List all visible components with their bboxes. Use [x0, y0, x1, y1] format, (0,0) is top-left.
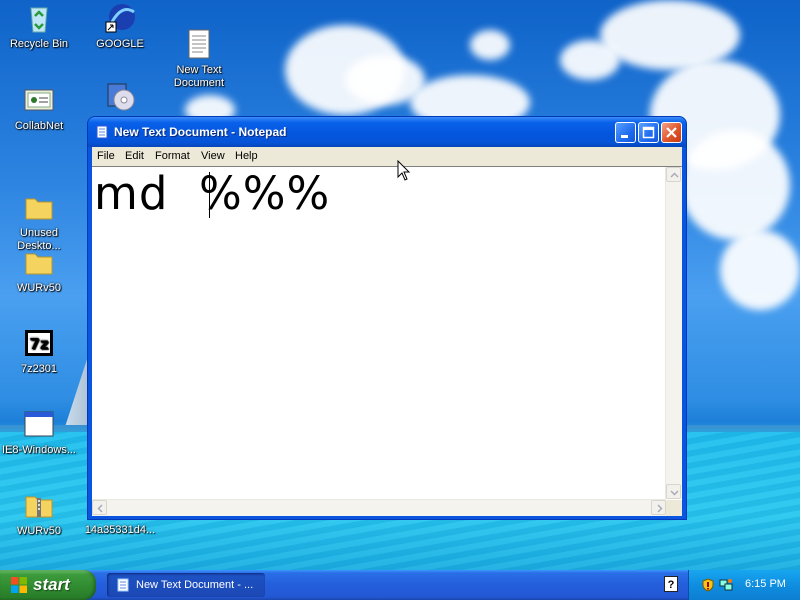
text-document-icon: [183, 15, 215, 59]
recycle-bin-icon: [23, 2, 55, 34]
menu-help[interactable]: Help: [235, 150, 258, 162]
menu-file[interactable]: File: [97, 150, 115, 162]
network-icon[interactable]: [719, 578, 733, 592]
text-content[interactable]: md %%%: [94, 168, 664, 498]
taskbar-button-notepad[interactable]: New Text Document - ...: [107, 573, 265, 597]
cloud: [560, 40, 620, 80]
icon-label: WURv50: [16, 525, 61, 537]
start-button[interactable]: start: [0, 570, 96, 600]
start-label: start: [33, 575, 70, 594]
icon-label: CollabNet: [14, 120, 64, 132]
7zip-icon: 7z: [23, 327, 55, 359]
size-grip[interactable]: [666, 500, 682, 516]
clock[interactable]: 6:15 PM: [745, 578, 786, 590]
security-shield-icon[interactable]: [701, 578, 715, 592]
folder-icon: [23, 246, 55, 278]
folder-icon: [23, 178, 55, 220]
help-icon[interactable]: ?: [664, 576, 678, 592]
desktop-icon-new-text-document[interactable]: New Text Document: [160, 2, 238, 103]
desktop-icon-collabnet[interactable]: CollabNet: [0, 84, 78, 133]
desktop-icon-google[interactable]: GOOGLE: [81, 2, 159, 51]
menu-edit[interactable]: Edit: [125, 150, 144, 162]
notepad-window[interactable]: New Text Document - Notepad File Edit Fo…: [88, 117, 686, 519]
minimize-button[interactable]: [615, 122, 636, 143]
menu-view[interactable]: View: [201, 150, 225, 162]
vertical-scrollbar[interactable]: [665, 167, 682, 499]
desktop-icon-7z2301[interactable]: 7z 7z2301: [0, 327, 78, 376]
mouse-cursor-icon: [397, 159, 411, 185]
application-window-icon: [23, 408, 55, 440]
icon-label: 7z2301: [20, 363, 58, 375]
maximize-button[interactable]: [638, 122, 659, 143]
editor-area[interactable]: md %%%: [92, 166, 682, 516]
cloud: [720, 230, 800, 310]
scroll-right-button[interactable]: [651, 500, 666, 515]
scroll-down-button[interactable]: [666, 484, 681, 499]
desktop-icon-installer[interactable]: [81, 80, 159, 116]
notepad-icon: [95, 125, 109, 139]
scroll-up-button[interactable]: [666, 167, 681, 182]
horizontal-scrollbar[interactable]: [92, 499, 666, 516]
desktop-icon-ie8-windows[interactable]: IE8-Windows...: [0, 408, 78, 457]
cloud: [680, 130, 790, 240]
close-button[interactable]: [661, 122, 682, 143]
desktop-icon-wurv50-zip[interactable]: WURv50: [0, 489, 78, 538]
title-bar[interactable]: New Text Document - Notepad: [88, 117, 686, 147]
icon-label: 14a35331d4...: [84, 524, 156, 536]
menu-bar: File Edit Format View Help: [92, 147, 682, 166]
icon-label: WURv50: [16, 282, 61, 294]
desktop-icon-recycle-bin[interactable]: Recycle Bin: [0, 2, 78, 51]
taskbar: start New Text Document - ... ? 6:15 PM: [0, 570, 800, 600]
taskbar-button-label: New Text Document - ...: [136, 579, 254, 591]
icon-label: IE8-Windows...: [2, 444, 76, 456]
system-tray: 6:15 PM: [688, 570, 800, 600]
icon-label: Recycle Bin: [9, 38, 69, 50]
windows-logo-icon: [10, 576, 28, 594]
installer-cd-icon: [104, 80, 136, 112]
icon-label: GOOGLE: [96, 38, 144, 50]
collabnet-icon: [23, 84, 55, 116]
svg-text:7z: 7z: [29, 335, 48, 353]
text-caret: [209, 172, 210, 218]
notepad-icon: [116, 578, 130, 592]
icon-label: New Text Document: [173, 64, 225, 89]
desktop-icon-wurv50-folder[interactable]: WURv50: [0, 246, 78, 295]
cloud: [470, 30, 510, 60]
google-shortcut-icon: [104, 2, 136, 34]
menu-format[interactable]: Format: [155, 150, 190, 162]
zip-folder-icon: [23, 489, 55, 521]
scroll-left-button[interactable]: [92, 500, 107, 515]
window-title: New Text Document - Notepad: [114, 125, 287, 139]
